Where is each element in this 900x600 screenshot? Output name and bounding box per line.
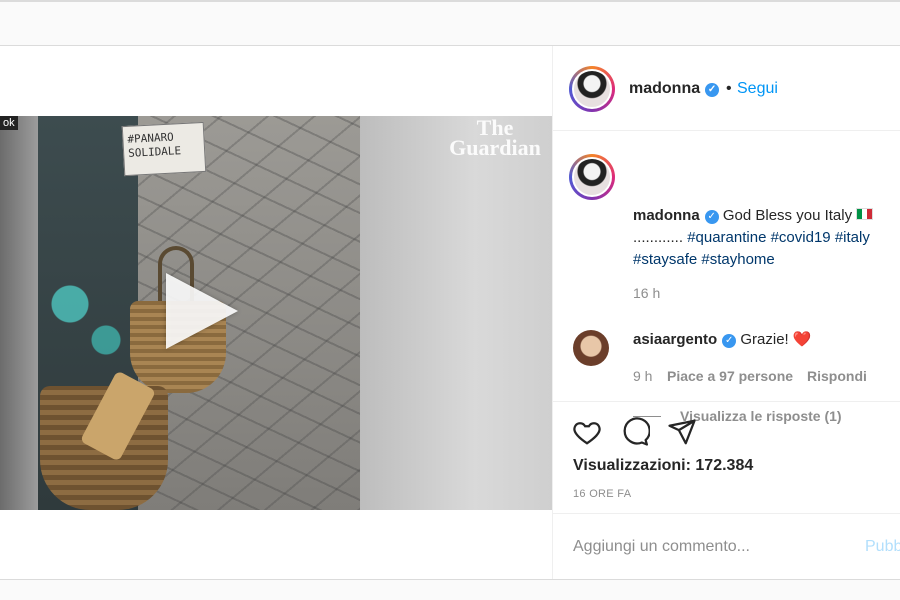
caption-dots: ............ <box>633 229 684 246</box>
play-icon[interactable] <box>166 273 238 349</box>
hashtag-staysafe[interactable]: #staysafe <box>633 251 697 268</box>
video-blur-left <box>0 116 38 510</box>
browser-top-strip <box>0 0 900 46</box>
hashtag-italy[interactable]: #italy <box>835 229 870 246</box>
post-sidebar: madonna ✓ • Segui madonna ✓ God Bless you … <box>552 46 900 579</box>
comments-section: madonna ✓ God Bless you Italy ...........… <box>553 131 900 424</box>
view-count[interactable]: Visualizzazioni: 172.384 <box>573 457 753 475</box>
comment-icon[interactable] <box>620 417 650 447</box>
commenter-username[interactable]: asiaargento <box>633 331 717 348</box>
action-bar: Visualizzazioni: 172.384 16 ORE FA <box>553 401 900 514</box>
hashtag-quarantine[interactable]: #quarantine <box>687 229 766 246</box>
caption-time[interactable]: 16 h <box>633 285 660 301</box>
comment-input[interactable]: Aggiungi un commento... <box>573 538 750 556</box>
views-label: Visualizzazioni: <box>573 457 691 474</box>
reply-button[interactable]: Rispondi <box>807 368 867 384</box>
browser-bottom-strip <box>0 579 900 600</box>
verified-badge-icon: ✓ <box>704 210 719 224</box>
panaro-sign: #PANARO SOLIDALE <box>121 121 207 177</box>
add-comment-bar: Aggiungi un commento... Pubb <box>553 513 900 580</box>
red-heart-icon: ❤️ <box>792 331 812 348</box>
commenter-avatar[interactable] <box>573 330 609 366</box>
heart-icon[interactable] <box>572 417 602 447</box>
share-icon[interactable] <box>667 417 697 447</box>
comment-time[interactable]: 9 h <box>633 368 652 384</box>
hashtag-covid19[interactable]: #covid19 <box>771 229 831 246</box>
instagram-post: #PANARO SOLIDALE ok The Guardian madonna… <box>0 46 900 579</box>
post-date[interactable]: 16 ORE FA <box>573 488 631 500</box>
post-video[interactable]: #PANARO SOLIDALE ok The Guardian <box>0 116 552 510</box>
caption-text: God Bless you Italy <box>722 207 853 224</box>
italy-flag-icon <box>856 208 874 220</box>
author-avatar[interactable] <box>569 66 615 112</box>
views-value: 172.384 <box>695 457 754 474</box>
video-blur-right <box>360 116 552 510</box>
post-header: madonna ✓ • Segui <box>553 46 900 131</box>
comment-likes[interactable]: Piace a 97 persone <box>667 368 793 384</box>
guardian-watermark: The Guardian <box>449 116 541 160</box>
author-username[interactable]: madonna ✓ <box>629 80 720 98</box>
graffiti-paint <box>43 256 133 376</box>
avatar-image <box>572 69 612 109</box>
caption-avatar[interactable] <box>569 154 615 200</box>
username-text: madonna <box>629 80 701 97</box>
corner-tag: ok <box>0 116 18 130</box>
comment-text: Grazie! <box>740 331 789 348</box>
verified-badge-icon: ✓ <box>722 334 737 348</box>
hashtag-stayhome[interactable]: #stayhome <box>701 251 774 268</box>
separator-dot: • <box>726 80 732 97</box>
comment: asiaargento ✓ Grazie! ❤️ <box>633 329 812 351</box>
caption-username[interactable]: madonna <box>633 207 700 224</box>
publish-button[interactable]: Pubb <box>865 538 900 556</box>
follow-button[interactable]: Segui <box>737 80 778 98</box>
caption: madonna ✓ God Bless you Italy ...........… <box>633 205 895 271</box>
verified-badge-icon: ✓ <box>705 83 720 97</box>
avatar-image <box>572 157 612 197</box>
